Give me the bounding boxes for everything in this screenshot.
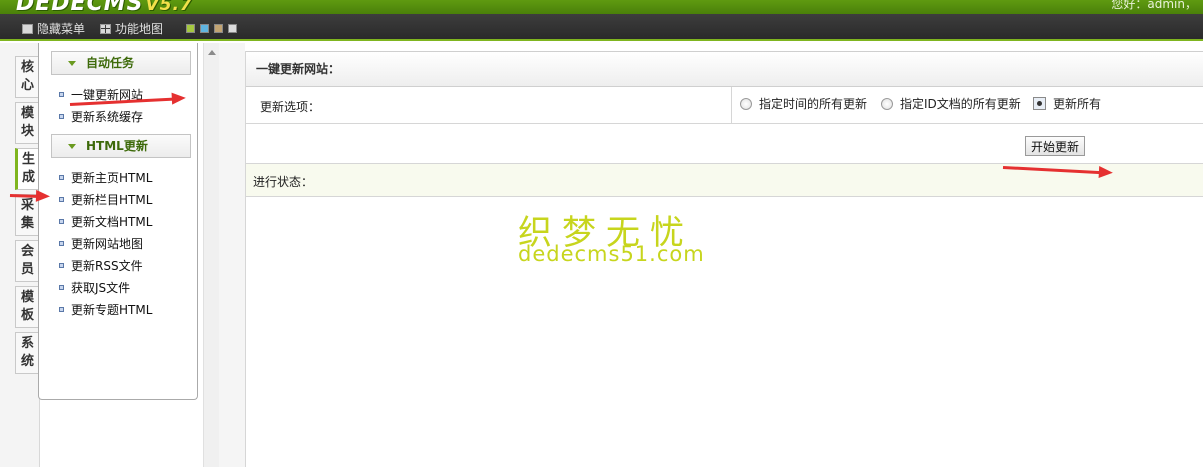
option-by-id[interactable]: 指定ID文档的所有更新 [881, 95, 1021, 112]
menu-item-update-column-html[interactable]: 更新栏目HTML [59, 191, 152, 208]
menu-item-label: 更新系统缓存 [71, 110, 144, 124]
option-label: 指定时间的所有更新 [759, 97, 868, 111]
menu-item-update-home-html[interactable]: 更新主页HTML [59, 169, 152, 186]
column-divider [731, 87, 732, 124]
radio-by-id[interactable] [881, 97, 893, 110]
update-options-row: 更新选项： 指定时间的所有更新 指定ID文档的所有更新 更新所有 [246, 87, 1203, 124]
menu-item-update-rss[interactable]: 更新RSS文件 [59, 257, 143, 274]
menu-item-update-cache[interactable]: 更新系统缓存 [59, 108, 143, 125]
group-title-label: 自动任务 [86, 56, 135, 70]
menu-item-label: 更新RSS文件 [71, 259, 143, 273]
bullet-icon [59, 285, 64, 290]
menu-item-get-js[interactable]: 获取JS文件 [59, 279, 130, 296]
bullet-icon [59, 307, 64, 312]
radio-by-time[interactable] [740, 97, 752, 110]
scroll-up-icon[interactable] [208, 50, 216, 55]
tab-members[interactable]: 会员 [15, 240, 39, 282]
tab-system[interactable]: 系统 [15, 332, 39, 374]
bullet-icon [59, 92, 64, 97]
group-title-label: HTML更新 [86, 139, 148, 153]
menu-item-update-topic-html[interactable]: 更新专题HTML [59, 301, 152, 318]
option-label: 更新所有 [1053, 97, 1102, 111]
panel-title: 一键更新网站： [246, 51, 1203, 87]
function-map-button[interactable]: 功能地图 [100, 20, 163, 37]
menu-item-label: 更新专题HTML [71, 303, 153, 317]
start-update-button[interactable]: 开始更新 [1025, 136, 1085, 156]
option-label: 指定ID文档的所有更新 [900, 97, 1021, 111]
function-map-label: 功能地图 [115, 22, 164, 36]
menu-item-label: 更新文档HTML [71, 215, 153, 229]
menu-item-update-doc-html[interactable]: 更新文档HTML [59, 213, 152, 230]
bullet-icon [59, 114, 64, 119]
top-banner: DEDECMS V5.7 您好：admin， [0, 0, 1203, 14]
menu-item-update-sitemap[interactable]: 更新网站地图 [59, 235, 143, 252]
content-gutter [219, 43, 245, 467]
radio-update-all[interactable] [1033, 97, 1046, 110]
main-content: 一键更新网站： 更新选项： 指定时间的所有更新 指定ID文档的所有更新 更新所有… [245, 51, 1203, 467]
action-row: 开始更新 [246, 124, 1203, 164]
menu-item-label: 更新栏目HTML [71, 193, 153, 207]
bullet-icon [59, 197, 64, 202]
hide-menu-icon [22, 23, 33, 34]
hide-menu-button[interactable]: 隐藏菜单 [22, 20, 85, 37]
theme-swatch-gray[interactable] [228, 24, 237, 33]
bullet-icon [59, 175, 64, 180]
group-html-update[interactable]: HTML更新 [51, 134, 191, 158]
bullet-icon [59, 263, 64, 268]
vertical-tab-bar: 核心 模块 生成 采集 会员 模板 系统 [0, 43, 40, 467]
bullet-icon [59, 241, 64, 246]
tab-generate[interactable]: 生成 [15, 148, 39, 190]
update-options-label: 更新选项： [260, 100, 321, 114]
grid-icon [100, 23, 111, 34]
theme-swatch-blue[interactable] [200, 24, 209, 33]
hide-menu-label: 隐藏菜单 [37, 22, 86, 36]
welcome-text: 您好：admin， [1111, 0, 1197, 11]
tab-templates[interactable]: 模板 [15, 286, 39, 328]
theme-swatch-green[interactable] [186, 24, 195, 33]
status-label: 进行状态： [253, 175, 314, 189]
tab-core[interactable]: 核心 [15, 56, 39, 98]
tab-modules[interactable]: 模块 [15, 102, 39, 144]
triangle-down-icon [68, 61, 76, 66]
side-menu-scrollbar[interactable] [203, 43, 219, 467]
dedecms-logo: DEDECMS V5.7 [16, 0, 193, 14]
theme-swatch-brown[interactable] [214, 24, 223, 33]
menu-item-label: 更新网站地图 [71, 237, 144, 251]
menu-item-label: 获取JS文件 [71, 281, 131, 295]
option-by-time[interactable]: 指定时间的所有更新 [740, 95, 867, 112]
menu-bar: 隐藏菜单 功能地图 [0, 14, 1203, 41]
bullet-icon [59, 219, 64, 224]
menu-item-label: 更新主页HTML [71, 171, 153, 185]
option-update-all[interactable]: 更新所有 [1033, 95, 1101, 112]
watermark-url: dedecms51.com [518, 242, 705, 266]
triangle-down-icon [68, 144, 76, 149]
group-auto-tasks[interactable]: 自动任务 [51, 51, 191, 75]
